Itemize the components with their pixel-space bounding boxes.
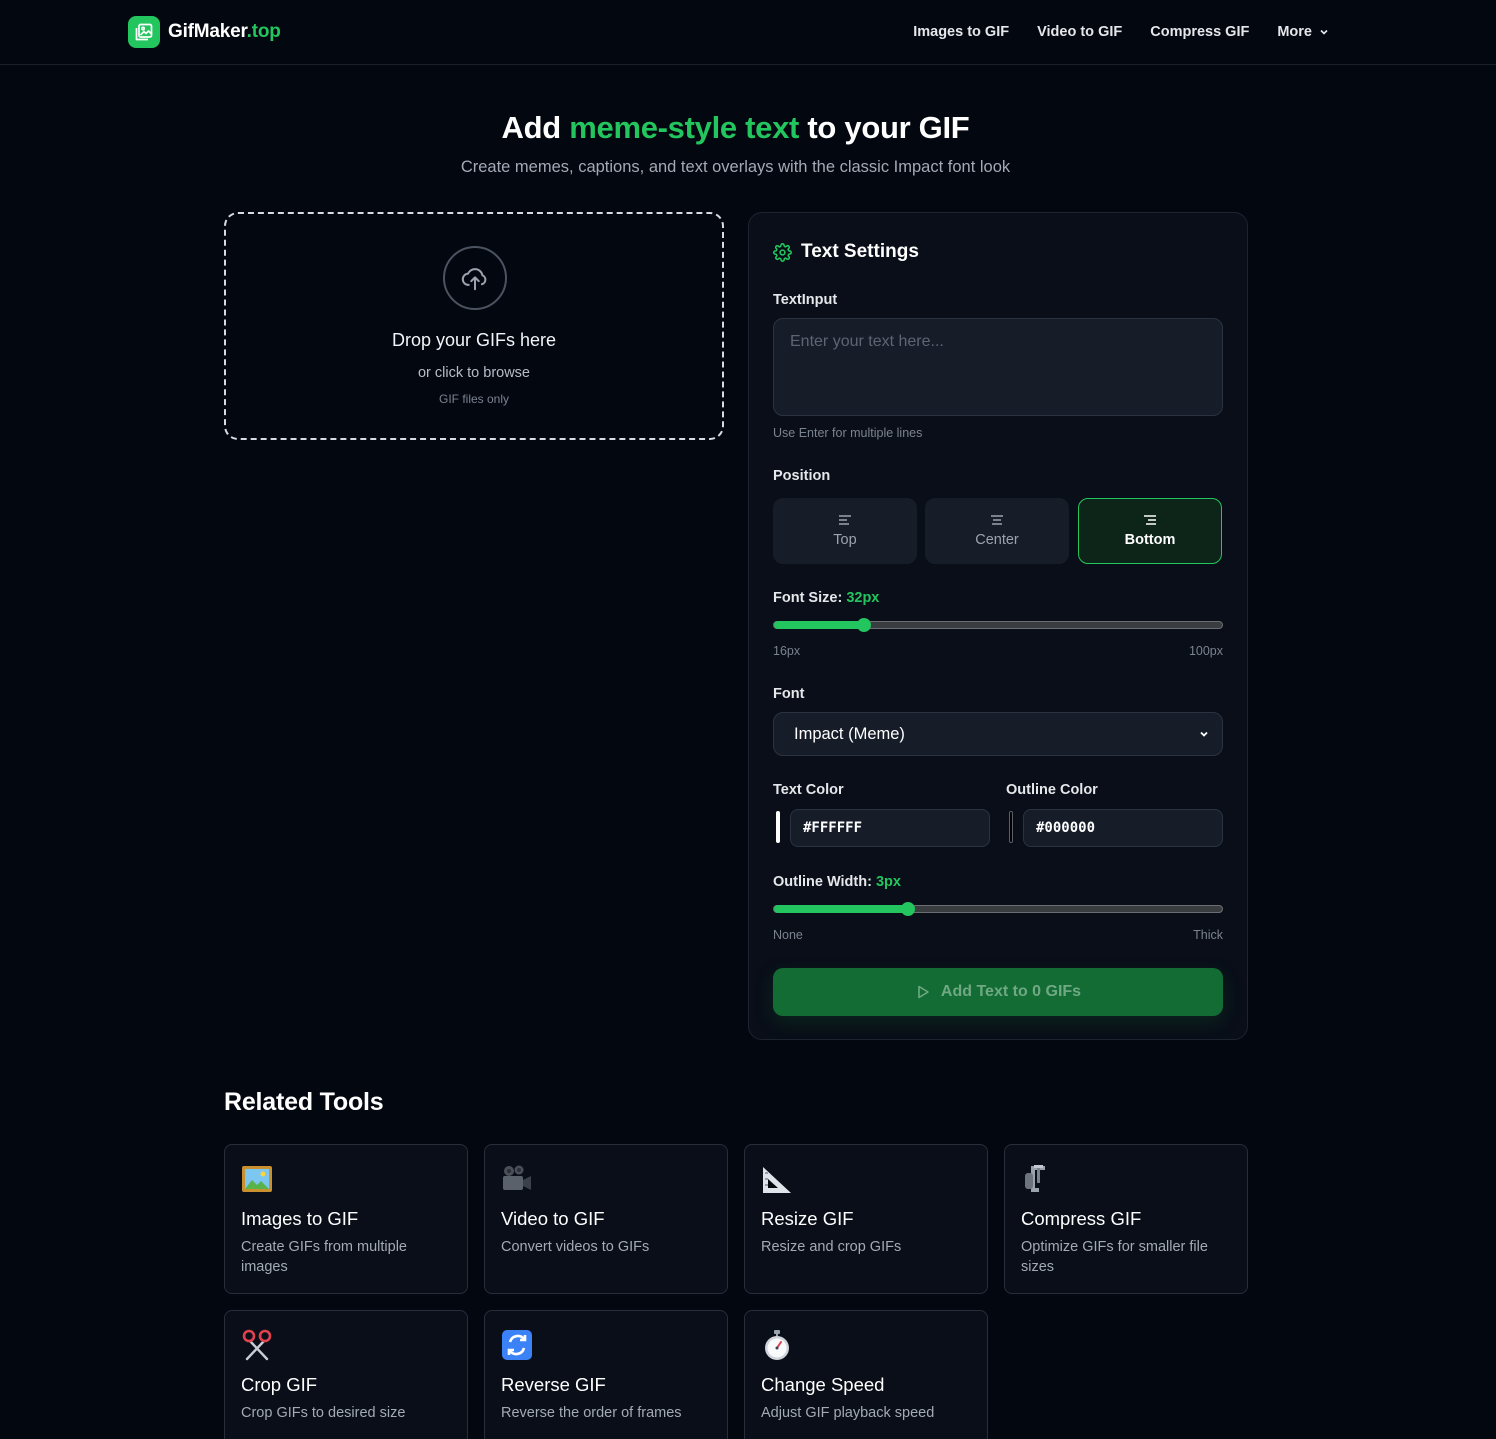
outline-color-label: Outline Color [1006,782,1098,798]
scissors-icon [242,1329,272,1361]
nav-more-dropdown[interactable]: More [1277,24,1330,40]
align-bottom-icon [1144,515,1156,525]
related-tools-title: Related Tools [224,1088,384,1116]
tool-card-resize-gif[interactable]: Resize GIF Resize and crop GIFs [744,1144,988,1294]
position-bottom-button[interactable]: Bottom [1078,498,1222,564]
text-color-input[interactable]: #FFFFFF [790,809,990,847]
font-size-slider-thumb[interactable] [856,618,871,632]
text-settings-panel: Text Settings TextInput Use Enter for mu… [748,212,1248,1040]
tool-name: Resize GIF [761,1208,854,1229]
outline-color-swatch[interactable] [1009,811,1013,843]
outline-width-slider-fill [774,905,909,913]
framed-picture-icon [242,1166,272,1192]
tool-desc: Optimize GIFs for smaller file sizes [1021,1239,1208,1275]
gif-dropzone[interactable]: Drop your GIFs here or click to browse G… [224,212,724,440]
play-icon [918,985,929,999]
outline-width-max: Thick [1193,928,1223,942]
font-size-slider[interactable] [773,618,1223,632]
dropzone-note: GIF files only [438,392,510,406]
tool-card-compress-gif[interactable]: Compress GIF Optimize GIFs for smaller f… [1004,1144,1248,1294]
position-top-button[interactable]: Top [773,498,917,564]
logo-image-icon [128,16,160,48]
tool-card-images-to-gif[interactable]: Images to GIF Create GIFs from multiple … [224,1144,468,1294]
font-size-min: 16px [773,644,801,658]
tool-card-crop-gif[interactable]: Crop GIF Crop GIFs to desired size [224,1310,468,1439]
tool-name: Change Speed [761,1374,885,1395]
movie-camera-icon [503,1165,531,1190]
outline-width-slider[interactable] [773,902,1223,916]
reverse-arrows-icon [502,1330,532,1360]
outline-width-label: Outline Width: 3px [773,874,901,890]
page-title: Add meme-style text to your GIF [501,110,970,145]
panel-title: Text Settings [773,241,919,263]
main-nav: Images to GIF Video to GIF Compress GIF … [913,0,1330,64]
tool-desc: Crop GIFs to desired size [241,1405,406,1421]
chevron-down-icon [1320,29,1328,35]
outline-color-input[interactable]: #000000 [1023,809,1223,847]
tool-name: Compress GIF [1021,1208,1142,1229]
nav-compress-gif[interactable]: Compress GIF [1150,24,1249,40]
dropzone-subtitle: or click to browse [417,365,530,381]
position-label: Position [773,468,831,484]
font-label: Font [773,686,805,702]
nav-more-label: More [1277,24,1312,40]
align-top-icon [839,515,851,525]
dropzone-title: Drop your GIFs here [391,330,557,350]
outline-width-slider-thumb[interactable] [901,902,916,916]
nav-video-to-gif[interactable]: Video to GIF [1037,24,1122,40]
chevron-down-icon [1200,731,1208,737]
align-center-icon [991,515,1003,525]
text-color-label: Text Color [773,782,844,798]
position-bottom-label: Bottom [1124,532,1176,548]
triangular-ruler-icon [763,1167,791,1193]
text-input[interactable] [773,318,1223,416]
clamp-icon [1025,1165,1045,1192]
tool-name: Images to GIF [241,1208,359,1229]
tool-desc: Convert videos to GIFs [501,1239,650,1255]
tool-name: Video to GIF [501,1208,605,1229]
tool-name: Crop GIF [241,1374,318,1395]
stopwatch-icon [765,1330,789,1360]
text-input-hint: Use Enter for multiple lines [773,426,923,440]
logo-text: GifMaker.top [168,21,281,42]
position-top-label: Top [833,532,857,548]
tool-card-reverse-gif[interactable]: Reverse GIF Reverse the order of frames [484,1310,728,1439]
tool-desc: Resize and crop GIFs [761,1239,902,1255]
tool-name: Reverse GIF [501,1374,606,1395]
outline-width-value: 3px [875,874,901,890]
tool-card-change-speed[interactable]: Change Speed Adjust GIF playback speed [744,1310,988,1439]
text-color-swatch[interactable] [776,811,780,843]
outline-width-min: None [773,928,803,942]
add-text-button[interactable]: Add Text to 0 GIFs [773,968,1223,1016]
font-size-value: 32px [846,590,880,606]
tool-card-video-to-gif[interactable]: Video to GIF Convert videos to GIFs [484,1144,728,1294]
font-size-slider-fill [774,621,864,629]
tool-desc: Create GIFs from multiple images [241,1239,407,1275]
nav-images-to-gif[interactable]: Images to GIF [913,24,1009,40]
text-input-label: TextInput [773,292,838,308]
tool-desc: Reverse the order of frames [501,1405,682,1421]
tool-desc: Adjust GIF playback speed [761,1405,935,1421]
gear-icon [773,242,792,262]
upload-cloud-icon [443,246,507,310]
page-subtitle: Create memes, captions, and text overlay… [460,158,1011,176]
font-size-label: Font Size: 32px [773,590,880,606]
font-select[interactable]: Impact (Meme) [773,712,1223,756]
add-text-button-label: Add Text to 0 GIFs [940,983,1082,1000]
panel-title-text: Text Settings [801,241,919,262]
site-header: GifMaker.top Images to GIF Video to GIF … [0,0,1496,65]
logo[interactable]: GifMaker.top [128,16,281,48]
position-center-label: Center [975,532,1019,548]
font-select-value: Impact (Meme) [794,724,905,743]
position-center-button[interactable]: Center [925,498,1069,564]
font-size-max: 100px [1188,644,1223,658]
